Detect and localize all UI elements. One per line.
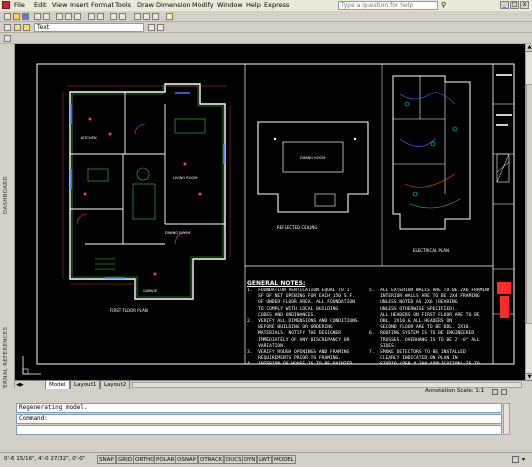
layer-manager-icon[interactable] <box>4 24 11 31</box>
osnap-button[interactable]: OSNAP <box>175 455 199 464</box>
room-label-dining: DINING ROOM <box>165 231 190 235</box>
zoom-icon[interactable] <box>119 13 126 20</box>
ducs-button[interactable]: DUCS <box>224 455 244 464</box>
polar-button[interactable]: POLAR <box>154 455 177 464</box>
menu-tools[interactable]: Tools <box>115 1 131 9</box>
model-canvas[interactable]: LIVING ROOM KITCHEN DINING ROOM FIRST FL… <box>15 44 525 380</box>
menu-dimension[interactable]: Dimension <box>156 1 191 9</box>
first-floor-plan <box>62 83 231 300</box>
annotation-bar: Annotation Scale: 1:1 <box>0 388 532 396</box>
side-palette: DASHBOARD EXTERNAL REFERENCES <box>0 44 15 399</box>
vertical-scrollbar[interactable]: ▲ ▼ <box>525 44 532 381</box>
layer-previous-icon[interactable] <box>157 24 164 31</box>
command-window: Regenerating model. Command: <box>0 396 532 451</box>
scroll-up-arrow[interactable]: ▲ <box>526 44 532 52</box>
lwt-button[interactable]: LWT <box>257 455 273 464</box>
undo-icon[interactable] <box>88 13 95 20</box>
paste-icon[interactable] <box>74 13 81 20</box>
menu-insert[interactable]: Insert <box>70 1 89 9</box>
otrack-button[interactable]: OTRACK <box>198 455 225 464</box>
annotation-scale[interactable]: Annotation Scale: 1:1 <box>425 388 484 394</box>
print-icon[interactable] <box>34 13 41 20</box>
ceiling-plan-label: REFLECTED CEILING <box>277 225 317 230</box>
menu-draw[interactable]: Draw <box>137 1 154 9</box>
help-icon[interactable] <box>166 13 173 20</box>
grid-button[interactable]: GRID <box>116 455 134 464</box>
tool-palettes-icon[interactable] <box>152 13 159 20</box>
room-label-kitchen: KITCHEN <box>81 136 97 140</box>
layer-dropdown[interactable]: Text <box>34 23 144 32</box>
menu-modify[interactable]: Modify <box>192 1 214 9</box>
menu-help[interactable]: Help <box>246 1 261 9</box>
menu-window[interactable]: Window <box>217 1 243 9</box>
electrical-plan-label: ELECTRICAL PLAN <box>413 248 449 253</box>
reflected-ceiling-plan <box>257 121 369 213</box>
style-icon[interactable] <box>4 35 11 42</box>
help-search-input[interactable]: Type a question for help <box>338 1 438 10</box>
general-notes: GENERAL NOTES: 1. FOUNDATION VENTILATION… <box>247 280 489 364</box>
general-notes-col2: 5. ALL EXTERIOR WALLS ARE TO BE 2X6 FRAM… <box>369 288 489 364</box>
copy-icon[interactable] <box>65 13 72 20</box>
standard-toolbar <box>0 11 532 22</box>
help-search-icon[interactable]: ⚲ <box>441 1 450 10</box>
ucs-icon <box>22 356 41 375</box>
menu-view[interactable]: View <box>52 1 67 9</box>
dashboard-tab[interactable]: DASHBOARD <box>3 176 9 214</box>
snap-button[interactable]: SNAP <box>97 455 116 464</box>
room-label-garage: GARAGE <box>143 289 157 293</box>
status-tray-icon[interactable] <box>512 456 519 463</box>
annotation-visibility-icon[interactable] <box>492 389 498 395</box>
command-prompt[interactable]: Command: <box>16 414 502 424</box>
command-scrollbar[interactable] <box>503 403 510 435</box>
scroll-thumb[interactable] <box>526 84 532 324</box>
save-icon[interactable] <box>22 13 29 20</box>
title-block <box>492 63 515 365</box>
new-icon[interactable] <box>4 13 11 20</box>
make-current-icon[interactable] <box>148 24 155 31</box>
properties-icon[interactable] <box>134 13 141 20</box>
dyn-button[interactable]: DYN <box>242 455 258 464</box>
menu-file[interactable]: File <box>14 1 25 9</box>
model-button[interactable]: MODEL <box>272 455 296 464</box>
menu-bar: File Edit View Insert Format Tools Draw … <box>0 0 532 11</box>
redo-icon[interactable] <box>97 13 104 20</box>
command-input[interactable] <box>16 425 502 435</box>
bulb-icon[interactable] <box>14 24 21 31</box>
menu-edit[interactable]: Edit <box>34 1 47 9</box>
first-floor-label: FIRST FLOOR PLAN <box>110 308 148 313</box>
tab-nav-arrows[interactable]: ◀▶ <box>16 381 24 389</box>
annotation-autoscale-icon[interactable] <box>501 389 507 395</box>
menu-format[interactable]: Format <box>91 1 114 9</box>
status-bar: 0'-6 15/16", 4'-0 27/32", 0'-0" SNAP GRI… <box>0 452 532 467</box>
menu-express[interactable]: Express <box>264 1 289 9</box>
pan-icon[interactable] <box>110 13 117 20</box>
design-center-icon[interactable] <box>143 13 150 20</box>
open-icon[interactable] <box>13 13 20 20</box>
coordinates-readout[interactable]: 0'-6 15/16", 4'-0 27/32", 0'-0" <box>4 455 85 464</box>
ceiling-room-label: DINING ROOM <box>300 156 325 160</box>
general-notes-col1: 1. FOUNDATION VENTILATION EQUAL TO 1 SF … <box>247 288 358 364</box>
app-icon[interactable] <box>2 1 10 9</box>
sun-icon[interactable] <box>23 24 30 31</box>
close-button[interactable]: x <box>520 1 529 9</box>
status-menu-icon[interactable]: ▾ <box>522 456 529 463</box>
electrical-plan <box>392 75 471 230</box>
command-history: Regenerating model. <box>16 403 502 413</box>
styles-toolbar <box>0 33 532 44</box>
minimize-button[interactable]: _ <box>500 1 509 9</box>
general-notes-title: GENERAL NOTES: <box>247 280 306 287</box>
restore-button[interactable]: □ <box>510 1 519 9</box>
preview-icon[interactable] <box>43 13 50 20</box>
cut-icon[interactable] <box>56 13 63 20</box>
layers-toolbar: Text <box>0 22 532 33</box>
room-label-living: LIVING ROOM <box>173 176 197 180</box>
